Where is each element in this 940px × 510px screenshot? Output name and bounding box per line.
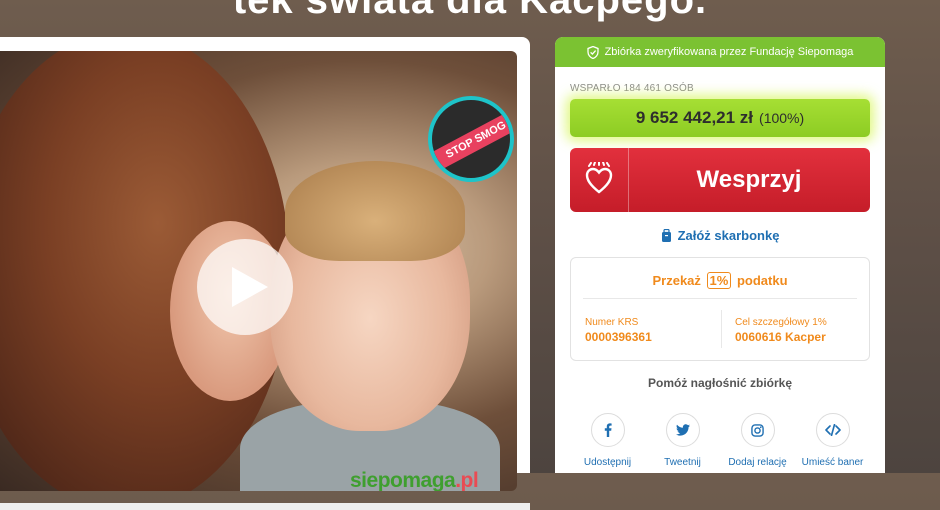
share-facebook-button[interactable]: Udostępnij (570, 413, 645, 468)
verified-text: Zbiórka zweryfikowana przez Fundację Sie… (604, 46, 854, 58)
krs-cell: Numer KRS 0000396361 (585, 317, 652, 344)
amount-raised: 9 652 442,21 zł (100%) (570, 99, 870, 137)
brand-suffix: .pl (455, 469, 479, 491)
instagram-icon (751, 423, 764, 437)
donate-button-label: Wesprzyj (696, 166, 802, 193)
share-twitter-button[interactable]: Tweetnij (645, 413, 720, 468)
embed-banner-button[interactable]: Umieść baner (795, 413, 870, 468)
tax-title: Przekaż 1% podatku (571, 272, 869, 289)
photo-child-hair (285, 161, 465, 261)
share-instagram-button[interactable]: Dodaj relację (720, 413, 795, 468)
share-actions: Udostępnij Tweetnij Dodaj relację Umieść… (570, 413, 870, 468)
tax-1-percent-box: Przekaż 1% podatku Numer KRS 0000396361 … (570, 257, 870, 361)
media-card-footer (0, 503, 530, 510)
campaign-photo[interactable]: STOP SMOG siepomaga.pl (0, 51, 517, 491)
share-facebook-label: Udostępnij (583, 457, 632, 468)
facebook-icon (604, 423, 612, 437)
goal-cell: Cel szczegółowy 1% 0060616 Kacper (735, 317, 827, 344)
video-play-button[interactable] (197, 239, 293, 335)
media-card: STOP SMOG siepomaga.pl (0, 37, 530, 510)
krs-value: 0000396361 (585, 330, 652, 344)
tax-column-divider (721, 310, 722, 348)
twitter-icon (675, 424, 690, 436)
donation-panel: Zbiórka zweryfikowana przez Fundację Sie… (555, 37, 885, 473)
share-twitter-label: Tweetnij (664, 457, 701, 468)
piggybank-icon (661, 228, 671, 242)
goal-label: Cel szczegółowy 1% (735, 317, 827, 328)
goal-value: 0060616 Kacper (735, 330, 826, 344)
tax-title-after: podatku (736, 273, 788, 288)
share-facebook-circle (590, 413, 625, 447)
heart-hand-icon (585, 162, 613, 194)
siepomaga-logo: siepomaga.pl (350, 469, 479, 491)
share-instagram-label: Dodaj relację (728, 457, 787, 468)
amount-value: 9 652 442,21 zł (635, 108, 754, 127)
shield-check-icon (586, 45, 599, 59)
tax-divider (583, 298, 857, 299)
embed-banner-circle (815, 413, 850, 447)
page-title: tek świata dla Kacpego. (232, 0, 708, 22)
create-piggybank-label: Załóż skarbonkę (677, 228, 780, 243)
krs-label: Numer KRS (585, 317, 639, 328)
embed-banner-label: Umieść baner (801, 457, 864, 468)
supporters-count: WSPARŁO 184 461 OSÓB (570, 83, 694, 94)
tax-percent-badge: 1% (706, 272, 732, 289)
code-icon (824, 424, 841, 436)
share-instagram-circle (740, 413, 775, 447)
donate-button[interactable]: Wesprzyj (570, 148, 870, 212)
share-title: Pomóż nagłośnić zbiórkę (647, 376, 793, 390)
play-icon (232, 267, 268, 307)
brand-name: siepomaga (350, 469, 456, 491)
stop-smog-label: STOP SMOG (432, 107, 510, 173)
tax-title-before: Przekaż (652, 273, 701, 288)
verified-banner: Zbiórka zweryfikowana przez Fundację Sie… (555, 37, 885, 67)
stop-smog-badge: STOP SMOG (428, 96, 514, 182)
amount-percent: (100%) (759, 110, 805, 126)
share-twitter-circle (665, 413, 700, 447)
create-piggybank-link[interactable]: Załóż skarbonkę (555, 228, 885, 243)
